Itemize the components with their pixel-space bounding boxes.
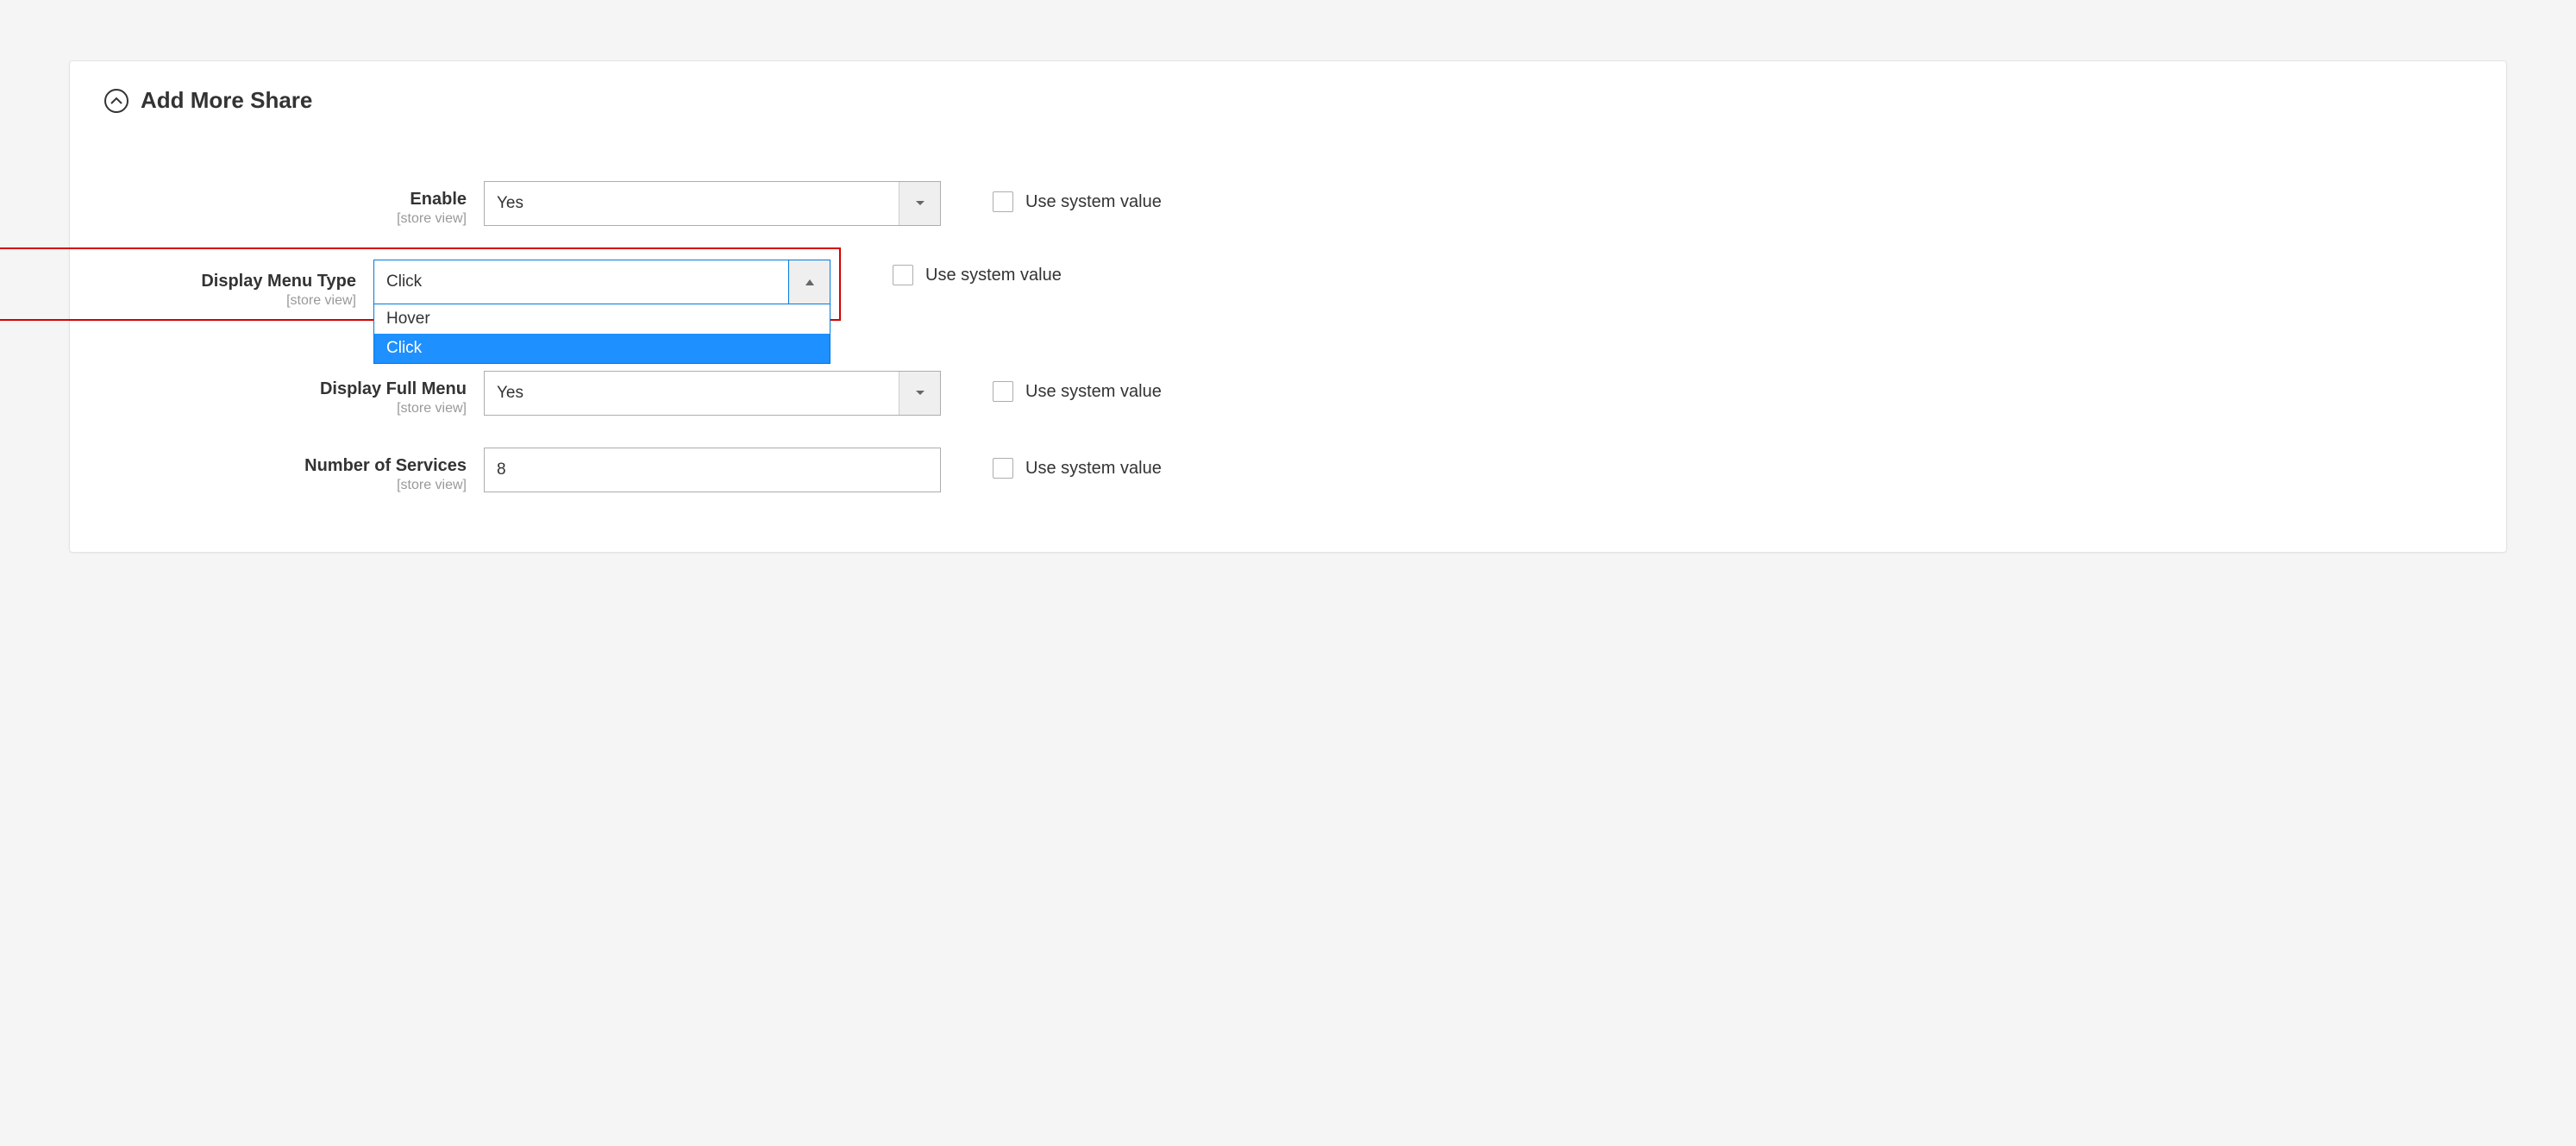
row-enable: Enable [store view] Yes Use system value: [104, 166, 2472, 242]
chevron-up-icon: [788, 260, 830, 304]
dropdown-option-hover[interactable]: Hover: [374, 304, 830, 334]
row-display-full-menu: Display Full Menu [store view] Yes Use s…: [104, 355, 2472, 432]
config-panel: Add More Share Enable [store view] Yes U…: [69, 60, 2507, 553]
use-system-label: Use system value: [1025, 382, 1162, 402]
row-display-menu-type: Display Menu Type [store view] Click Hov…: [104, 242, 2472, 355]
use-system-label: Use system value: [1025, 192, 1162, 212]
display-full-menu-select[interactable]: Yes: [484, 371, 941, 416]
dropdown-option-click[interactable]: Click: [374, 334, 830, 363]
highlight-box: Display Menu Type [store view] Click Hov…: [0, 247, 841, 321]
enable-select[interactable]: Yes: [484, 181, 941, 226]
display-menu-type-dropdown: Hover Click: [373, 304, 830, 364]
number-of-services-input[interactable]: [484, 448, 941, 492]
label-display-menu-type: Display Menu Type [store view]: [106, 260, 373, 309]
section-header[interactable]: Add More Share: [104, 87, 2472, 114]
label-enable: Enable [store view]: [104, 181, 484, 227]
number-of-services-use-system-checkbox[interactable]: [993, 458, 1013, 479]
use-system-label: Use system value: [925, 266, 1062, 285]
enable-use-system-checkbox[interactable]: [993, 191, 1013, 212]
label-display-full-menu: Display Full Menu [store view]: [104, 371, 484, 416]
form-rows: Enable [store view] Yes Use system value: [104, 166, 2472, 509]
chevron-down-icon: [899, 372, 940, 415]
display-menu-type-select[interactable]: Click: [373, 260, 830, 304]
display-menu-type-use-system-checkbox[interactable]: [893, 265, 913, 285]
chevron-up-icon: [104, 89, 128, 113]
label-number-of-services: Number of Services [store view]: [104, 448, 484, 493]
use-system-label: Use system value: [1025, 459, 1162, 479]
row-number-of-services: Number of Services [store view] Use syst…: [104, 432, 2472, 509]
display-full-menu-use-system-checkbox[interactable]: [993, 381, 1013, 402]
section-title: Add More Share: [141, 87, 312, 114]
chevron-down-icon: [899, 182, 940, 225]
